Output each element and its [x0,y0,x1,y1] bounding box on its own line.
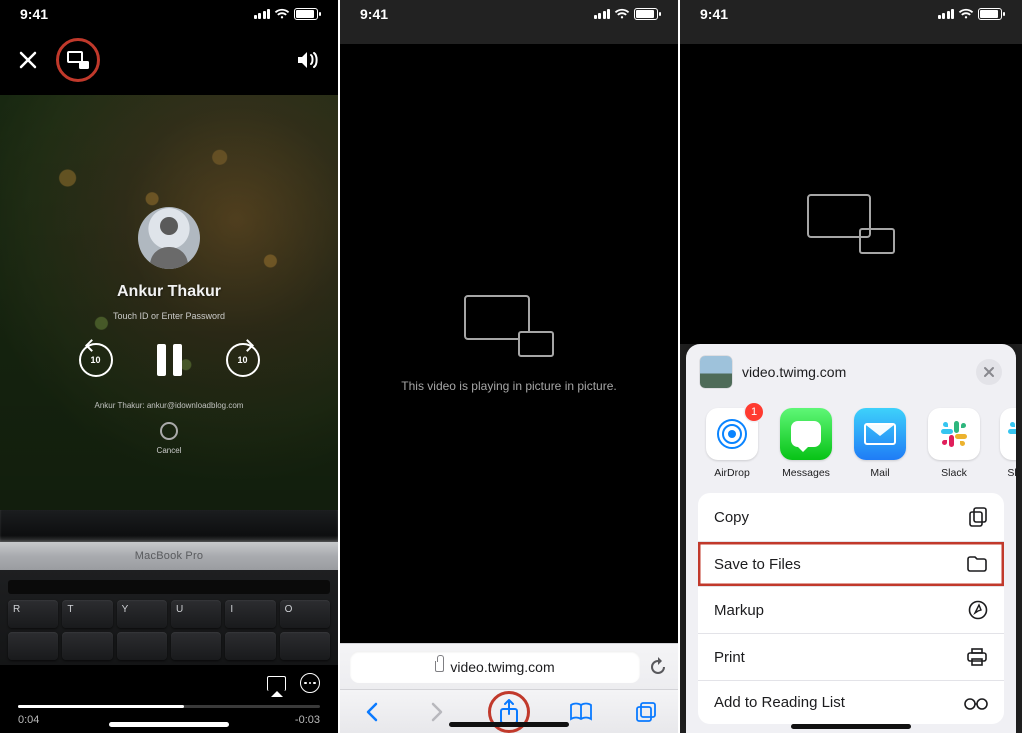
volume-icon[interactable] [296,50,320,70]
user-avatar [138,207,200,269]
battery-icon [294,8,318,20]
keyboard-key: U [171,600,221,628]
meta-text: Ankur Thakur: ankur@idownloadblog.com [95,401,244,410]
cellular-icon [594,9,611,19]
close-sheet-button[interactable] [976,359,1002,385]
picture-in-picture-button[interactable] [56,38,100,82]
folder-icon [966,555,988,573]
url-text: video.twimg.com [450,659,554,675]
action-print[interactable]: Print [698,634,1004,681]
action-copy[interactable]: Copy [698,493,1004,542]
share-actions-list: Copy Save to Files Markup Print Add to R… [698,493,1004,724]
printer-icon [966,647,988,667]
wifi-icon [958,8,974,20]
action-save-to-files[interactable]: Save to Files [698,542,1004,587]
tabs-button[interactable] [633,699,659,725]
video-placeholder-area [680,44,1022,344]
share-sheet-header: video.twimg.com [686,344,1016,400]
pip-icon [67,51,89,69]
user-name: Ankur Thakur [117,283,221,301]
wifi-icon [274,8,290,20]
airdrop-icon: 1 [706,408,758,460]
notification-badge: 1 [745,403,763,421]
gear-icon [160,422,178,440]
share-sheet: video.twimg.com 1 AirDrop Messages Mail [686,344,1016,733]
action-add-reading-list[interactable]: Add to Reading List [698,681,1004,724]
messages-icon [780,408,832,460]
status-indicators [254,8,319,20]
status-time: 9:41 [700,6,728,22]
forward-button [424,699,450,725]
macbook-background: MacBook Pro R T Y U I O [0,510,338,665]
home-indicator[interactable] [791,724,911,729]
home-indicator[interactable] [449,722,569,727]
keyboard-key: I [225,600,275,628]
markup-icon [968,600,988,620]
playback-controls: 10 10 [79,343,260,377]
keyboard-key: Y [117,600,167,628]
battery-icon [978,8,1002,20]
home-indicator[interactable] [109,722,229,727]
forward-10-button[interactable]: 10 [226,343,260,377]
app-airdrop[interactable]: 1 AirDrop [704,408,760,479]
slack-icon [928,408,980,460]
status-bar: 9:41 [680,0,1022,28]
pip-message: This video is playing in picture in pict… [401,379,616,393]
progress-track[interactable] [18,705,320,708]
status-bar: 9:41 [340,0,678,28]
share-apps-row[interactable]: 1 AirDrop Messages Mail [686,400,1016,493]
cellular-icon [254,9,271,19]
pip-placeholder-icon [807,194,895,254]
wifi-icon [614,8,630,20]
cancel-label: Cancel [157,446,182,455]
airplay-icon[interactable] [267,676,286,691]
app-messages[interactable]: Messages [778,408,834,479]
app-mail[interactable]: Mail [852,408,908,479]
video-placeholder-area: This video is playing in picture in pict… [340,44,678,643]
time-elapsed: 0:04 [18,714,39,726]
app-slack[interactable]: Slack [926,408,982,479]
mail-icon [854,408,906,460]
close-icon[interactable] [18,50,38,70]
cellular-icon [938,9,955,19]
macbook-label: MacBook Pro [135,550,203,562]
bookmarks-button[interactable] [568,699,594,725]
player-top-bar [0,38,338,82]
pip-placeholder-icon [464,295,554,357]
status-time: 9:41 [360,6,388,22]
keyboard-key: T [62,600,112,628]
status-time: 9:41 [20,6,48,22]
app-slack-2[interactable]: Sla [1000,408,1016,479]
copy-icon [968,506,988,528]
screenshot-3-share-sheet: 9:41 video.twimg.com 1 AirDrop [680,0,1022,733]
more-options-icon[interactable] [300,673,320,693]
url-field[interactable]: video.twimg.com [350,651,640,683]
battery-icon [634,8,658,20]
time-remaining: -0:03 [295,714,320,726]
lock-icon [435,661,444,672]
pause-button[interactable] [157,344,182,376]
slack-icon [1000,408,1016,460]
video-viewport[interactable]: Ankur Thakur Touch ID or Enter Password … [0,95,338,510]
safari-address-bar: video.twimg.com [340,643,678,689]
reload-icon[interactable] [648,657,668,677]
lock-screen-overlay: Ankur Thakur Touch ID or Enter Password … [0,95,338,510]
auth-prompt: Touch ID or Enter Password [113,311,225,321]
rewind-10-button[interactable]: 10 [79,343,113,377]
back-button[interactable] [359,699,385,725]
share-sheet-title: video.twimg.com [742,364,846,380]
close-icon [983,366,995,378]
keyboard-key: R [8,600,58,628]
screenshot-2-safari-pip: 9:41 This video is playing in picture in… [340,0,678,733]
status-bar: 9:41 [0,0,338,28]
keyboard-key: O [280,600,330,628]
glasses-icon [964,695,988,711]
screenshot-1-video-player: 9:41 Ankur Thakur Touch ID or Enter Pass… [0,0,338,733]
content-thumbnail [700,356,732,388]
action-markup[interactable]: Markup [698,587,1004,634]
